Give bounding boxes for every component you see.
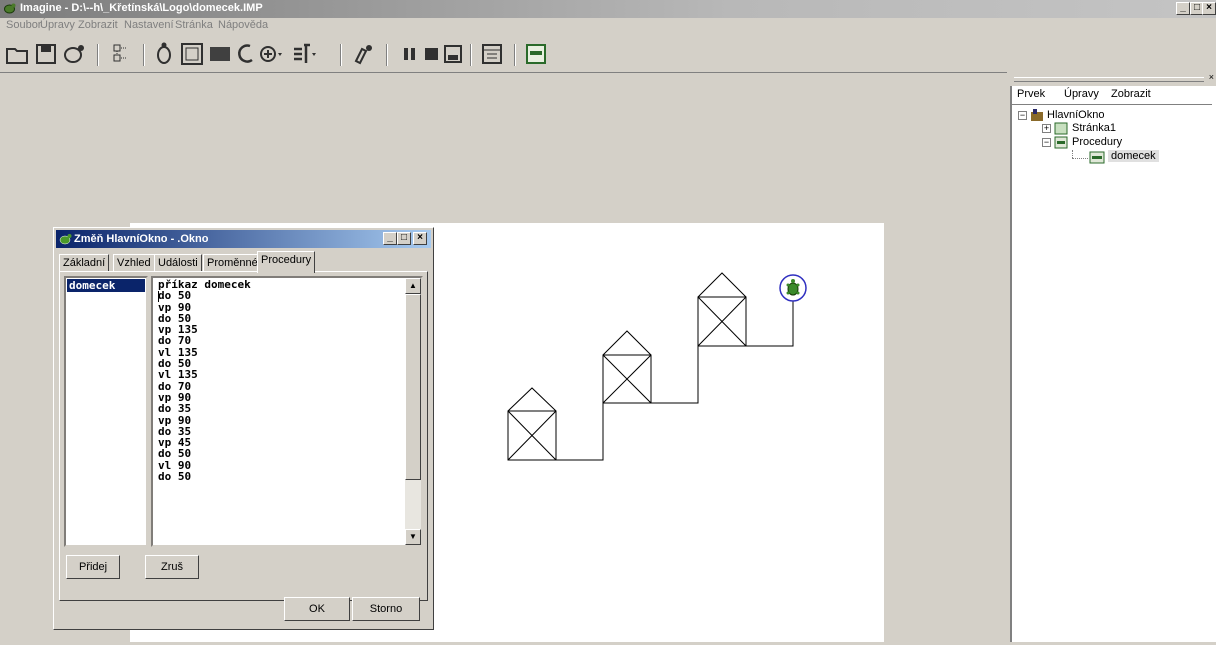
delete-procedure-button[interactable]: Zruš — [145, 555, 199, 579]
house-cross — [602, 354, 652, 404]
tree-item-domecek[interactable]: domecek — [1108, 150, 1159, 162]
procedures-icon — [1054, 136, 1068, 149]
procedure-icon — [1089, 151, 1105, 164]
panel-menu-prvek[interactable]: Prvek — [1017, 88, 1045, 100]
tree-icon[interactable] — [106, 41, 134, 67]
house-cross — [507, 410, 557, 461]
open-icon[interactable] — [4, 41, 32, 67]
scroll-thumb[interactable] — [405, 294, 421, 480]
code-line: do 35 — [158, 402, 192, 416]
toolbar-separator — [340, 44, 342, 66]
stairs-path — [556, 403, 604, 461]
tree-item-stranka1[interactable]: Stránka1 — [1072, 122, 1116, 134]
save-icon[interactable] — [32, 41, 60, 67]
menu-bar: Soubor Úpravy Zobrazit Nastavení Stránka… — [0, 18, 1216, 35]
code-line: vl 135 — [158, 368, 198, 382]
turtle-sprite — [779, 274, 807, 302]
stairs-path — [651, 346, 699, 404]
tree-item-hlavniokno[interactable]: HlavníOkno — [1047, 109, 1104, 121]
dialog-maximize-button[interactable]: □ — [397, 232, 411, 245]
code-line: do 50 — [158, 470, 192, 484]
cancel-button[interactable]: Storno — [352, 597, 420, 621]
text-cursor — [158, 291, 159, 302]
tab-vzhled[interactable]: Vzhled — [113, 254, 155, 272]
page-icon — [1054, 122, 1068, 135]
code-text[interactable]: příkaz domecek do 50 vp 90 do 50 vp 135 do 70… — [158, 279, 251, 484]
page-icon[interactable] — [478, 41, 506, 67]
menu-zobrazit[interactable]: Zobrazit — [78, 19, 118, 31]
menu-upravy[interactable]: Úpravy — [40, 19, 75, 31]
dialog-title: Změň HlavníOkno - .Okno — [74, 233, 209, 245]
scroll-down-icon[interactable]: ▼ — [405, 529, 421, 545]
button-icon[interactable] — [254, 41, 282, 67]
tab-procedury[interactable]: Procedury — [257, 251, 316, 273]
dialog-icon — [59, 234, 72, 245]
tab-zakladni[interactable]: Základní — [59, 254, 110, 272]
panel-menu-zobrazit[interactable]: Zobrazit — [1111, 88, 1151, 100]
ok-button[interactable]: OK — [284, 597, 350, 621]
stairs-path — [746, 300, 794, 347]
toolbar-separator — [470, 44, 472, 66]
toolbar-separator — [386, 44, 388, 66]
dialog-close-button[interactable]: × — [413, 232, 427, 245]
panel-menu-upravy[interactable]: Úpravy — [1064, 88, 1099, 100]
slider-icon[interactable] — [290, 41, 318, 67]
menu-soubor[interactable]: Soubor — [6, 19, 41, 31]
tree-item-procedury[interactable]: Procedury — [1072, 136, 1122, 148]
add-procedure-button[interactable]: Přidej — [66, 555, 120, 579]
panel-grip[interactable]: × — [1010, 72, 1216, 86]
menu-nastaveni[interactable]: Nastavení — [124, 19, 174, 31]
run-icon[interactable] — [440, 41, 468, 67]
toolbar-separator — [514, 44, 516, 66]
new-shape-icon[interactable] — [206, 41, 234, 67]
dialog-title-bar[interactable]: Změň HlavníOkno - .Okno _ □ × — [56, 230, 431, 248]
procedure-icon[interactable] — [522, 41, 550, 67]
turtle-icon[interactable] — [60, 41, 88, 67]
collapse-icon[interactable]: − — [1018, 111, 1027, 120]
procedure-dialog: Změň HlavníOkno - .Okno _ □ × Základní V… — [53, 227, 434, 630]
minimize-button[interactable]: _ — [1176, 2, 1190, 15]
scroll-up-icon[interactable]: ▲ — [405, 278, 421, 294]
menu-napoveda[interactable]: Nápověda — [218, 19, 268, 31]
new-turtle-icon[interactable] — [150, 41, 178, 67]
house-roof — [507, 387, 557, 412]
toolbar-separator — [97, 44, 99, 66]
app-title: Imagine - D:\--h\_Křetínská\Logo\domecek… — [20, 2, 263, 14]
menu-stranka[interactable]: Stránka — [175, 19, 213, 31]
vertical-scrollbar[interactable]: ▲ ▼ — [405, 278, 421, 545]
code-editor[interactable]: příkaz domecek do 50 vp 90 do 50 vp 135 do 70… — [151, 276, 423, 547]
panel-close-icon[interactable]: × — [1209, 72, 1214, 82]
close-button[interactable]: × — [1202, 2, 1216, 15]
app-icon — [4, 3, 16, 14]
new-pane-icon[interactable] — [178, 41, 206, 67]
tab-udalosti[interactable]: Události — [154, 254, 202, 272]
house-cross — [697, 296, 747, 347]
house-roof — [602, 330, 652, 356]
house-roof — [697, 272, 747, 298]
code-line: do 50 — [158, 289, 192, 303]
tab-promenne[interactable]: Proměnné — [203, 254, 262, 272]
expand-icon[interactable]: + — [1042, 124, 1051, 133]
list-item[interactable]: domecek — [67, 279, 145, 292]
dialog-minimize-button[interactable]: _ — [383, 232, 397, 245]
paint-icon[interactable] — [350, 41, 378, 67]
toolbar-separator — [143, 44, 145, 66]
window-icon — [1031, 109, 1043, 121]
collapse-icon[interactable]: − — [1042, 138, 1051, 147]
procedure-list[interactable]: domecek — [64, 276, 148, 547]
app-title-bar[interactable]: Imagine - D:\--h\_Křetínská\Logo\domecek… — [0, 0, 1216, 18]
toolbar — [0, 36, 1216, 72]
